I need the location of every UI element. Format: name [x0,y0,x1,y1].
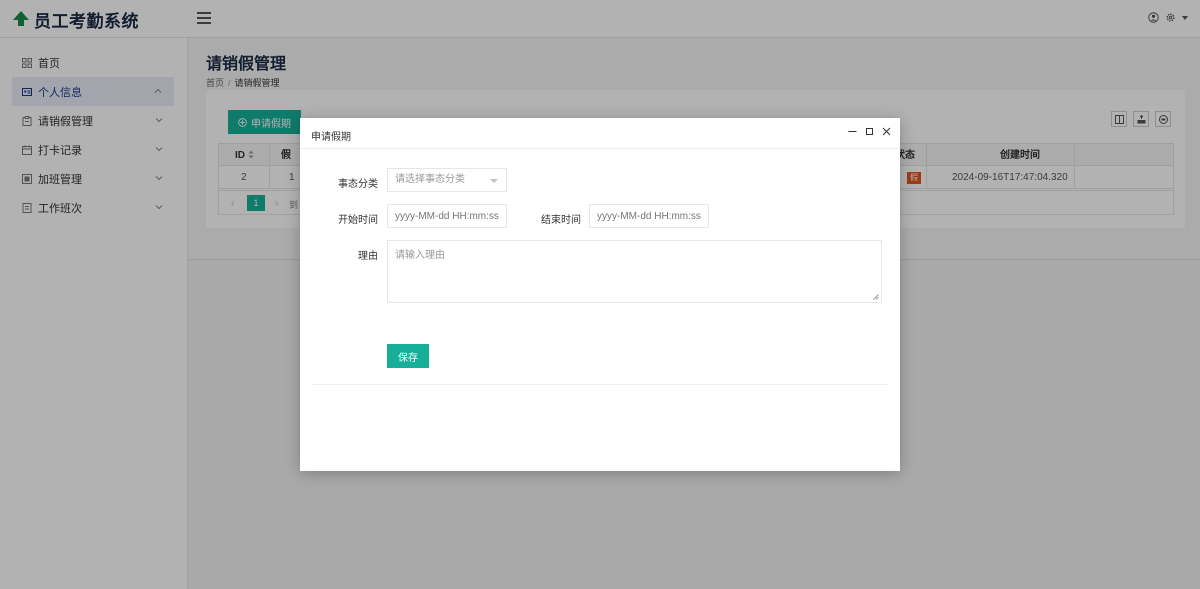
resize-handle-icon[interactable] [873,294,879,300]
category-placeholder: 请选择事态分类 [395,174,465,185]
dialog-title: 申请假期 [311,132,351,143]
dialog-header: 申请假期 [300,118,900,149]
start-time-label: 开始时间 [338,215,378,226]
chevron-down-icon [490,179,498,183]
start-time-input[interactable] [387,204,507,228]
minimize-icon[interactable] [848,127,857,136]
category-label: 事态分类 [338,179,378,190]
reason-label: 理由 [358,251,378,262]
end-time-label: 结束时间 [541,215,581,226]
dialog-controls [848,127,891,136]
apply-leave-dialog: 申请假期 事态分类 请选择事态分类 开始时间 结束时间 理由 请输入理由 保存 [300,118,900,471]
save-button[interactable]: 保存 [387,344,429,368]
reason-textarea[interactable]: 请输入理由 [387,240,882,303]
end-time-input[interactable] [589,204,709,228]
form-divider [312,384,888,385]
maximize-icon[interactable] [865,127,874,136]
reason-placeholder: 请输入理由 [395,250,445,261]
close-icon[interactable] [882,127,891,136]
category-select[interactable]: 请选择事态分类 [387,168,507,192]
